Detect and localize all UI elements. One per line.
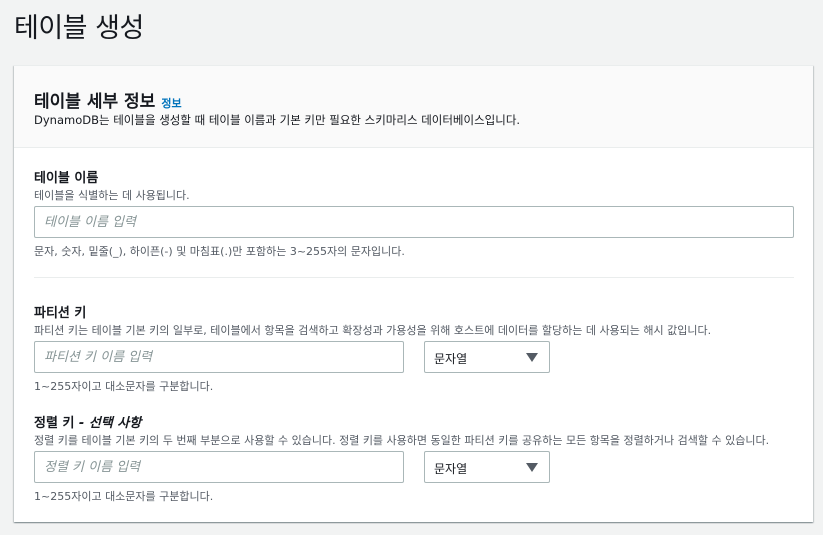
- partition-key-constraint: 1~255자이고 대소문자를 구분합니다.: [34, 380, 214, 393]
- info-link[interactable]: 정보: [161, 97, 181, 110]
- sort-key-optional-label: - 선택 사항: [74, 416, 142, 431]
- partition-key-label: 파티션 키: [34, 306, 87, 321]
- panel-description: DynamoDB는 테이블을 생성할 때 테이블 이름과 기본 키만 필요한 스…: [34, 113, 521, 127]
- partition-key-description: 파티션 키는 테이블 기본 키의 일부로, 테이블에서 항목을 검색하고 확장성…: [34, 324, 712, 337]
- caret-down-icon: [526, 463, 538, 472]
- page-title: 테이블 생성: [14, 13, 144, 44]
- table-name-constraint: 문자, 숫자, 밑줄(_), 하이픈(-) 및 마침표(.)만 포함하는 3~2…: [34, 245, 405, 258]
- sort-key-input[interactable]: [34, 451, 404, 483]
- divider: [34, 277, 794, 278]
- sort-key-description: 정렬 키를 테이블 기본 키의 두 번째 부분으로 사용할 수 있습니다. 정렬…: [34, 434, 770, 447]
- table-name-label: 테이블 이름: [34, 171, 99, 186]
- partition-key-type-value: 문자열: [434, 352, 468, 366]
- panel-title: 테이블 세부 정보 정보: [34, 87, 182, 112]
- table-name-description: 테이블을 식별하는 데 사용됩니다.: [34, 189, 190, 202]
- caret-down-icon: [526, 353, 538, 362]
- sort-key-label-text: 정렬 키: [34, 416, 75, 431]
- partition-key-type-select[interactable]: 문자열: [424, 341, 550, 373]
- partition-key-input[interactable]: [34, 341, 404, 373]
- sort-key-constraint: 1~255자이고 대소문자를 구분합니다.: [34, 490, 214, 503]
- table-name-input[interactable]: [34, 206, 794, 238]
- sort-key-label: 정렬 키 - 선택 사항: [34, 412, 141, 431]
- sort-key-type-value: 문자열: [434, 462, 468, 476]
- sort-key-type-select[interactable]: 문자열: [424, 451, 550, 483]
- panel-title-text: 테이블 세부 정보: [34, 92, 156, 112]
- panel-header: 테이블 세부 정보 정보 DynamoDB는 테이블을 생성할 때 테이블 이름과…: [14, 66, 813, 148]
- table-details-panel: 테이블 세부 정보 정보 DynamoDB는 테이블을 생성할 때 테이블 이름과…: [14, 65, 813, 522]
